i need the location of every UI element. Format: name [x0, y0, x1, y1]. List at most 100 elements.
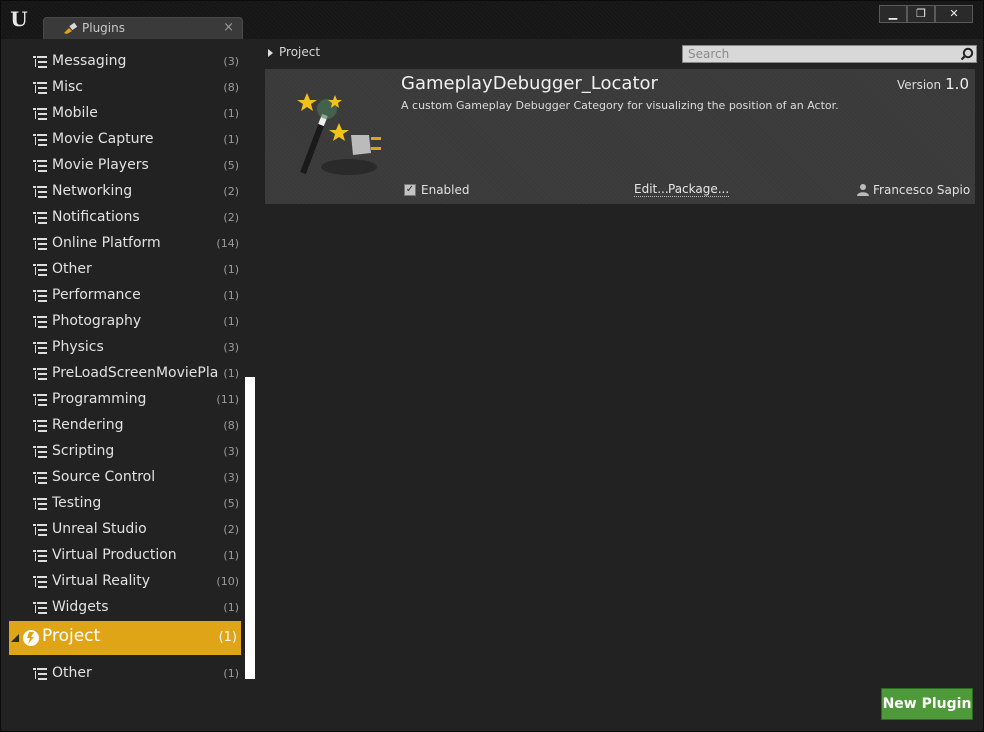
sidebar-item-count: (8) [223, 81, 239, 94]
sidebar-item-count: (1) [223, 367, 239, 380]
category-tree-icon [33, 524, 47, 536]
sidebar-item-label: Virtual Production [52, 547, 177, 563]
enabled-label: Enabled [421, 183, 470, 197]
sidebar-item-count: (1) [223, 549, 239, 562]
sidebar-item[interactable]: Misc (8) [9, 75, 243, 101]
category-tree-icon [33, 576, 47, 588]
sidebar-item-label: Messaging [52, 53, 127, 69]
sidebar-item[interactable]: Rendering (8) [9, 413, 243, 439]
category-tree-icon [33, 368, 47, 380]
sidebar-item[interactable]: Performance (1) [9, 283, 243, 309]
sidebar-item-label: PreLoadScreenMoviePla [52, 365, 219, 381]
category-tree-icon [33, 342, 47, 354]
sidebar-item-label: Movie Players [52, 157, 149, 173]
sidebar-item-count: (1) [223, 315, 239, 328]
collapse-arrow-icon[interactable] [11, 634, 19, 642]
category-tree-icon [33, 420, 47, 432]
sidebar-item-label: Scripting [52, 443, 115, 459]
sidebar-item-count: (5) [223, 497, 239, 510]
sidebar-item[interactable]: Online Platform (14) [9, 231, 243, 257]
sidebar-item[interactable]: Movie Players (5) [9, 153, 243, 179]
sidebar-item[interactable]: Programming (11) [9, 387, 243, 413]
sidebar-item-label: Movie Capture [52, 131, 154, 147]
breadcrumb-project[interactable]: Project [279, 45, 320, 59]
sidebar-item-count: (8) [223, 419, 239, 432]
search-icon[interactable] [960, 47, 974, 61]
category-tree-icon [33, 446, 47, 458]
sidebar-item[interactable]: Widgets (1) [9, 595, 243, 621]
category-tree-icon [33, 264, 47, 276]
sidebar-item[interactable]: Virtual Reality (10) [9, 569, 243, 595]
sidebar-item[interactable]: Unreal Studio (2) [9, 517, 243, 543]
sidebar-item[interactable]: Other (1) [9, 257, 243, 283]
sidebar-item-label: Notifications [52, 209, 140, 225]
category-tree-icon [33, 498, 47, 510]
sidebar-scrollbar[interactable] [245, 377, 255, 679]
sidebar-item[interactable]: Movie Capture (1) [9, 127, 243, 153]
sidebar-item-count: (1) [223, 289, 239, 302]
category-tree-icon [33, 550, 47, 562]
enabled-checkbox[interactable]: ✓ [404, 184, 416, 196]
sidebar-item-label: Unreal Studio [52, 521, 147, 537]
sidebar-item[interactable]: Messaging (3) [9, 49, 243, 75]
category-tree-icon [33, 108, 47, 120]
sidebar-item[interactable]: Scripting (3) [9, 439, 243, 465]
category-tree-icon [33, 160, 47, 172]
maximize-button[interactable]: ❐ [907, 5, 935, 23]
close-window-button[interactable]: ✕ [935, 5, 973, 23]
plugins-window: U Plugins × ▁ ❐ ✕ Messaging (3) Misc (8) Mob… [0, 0, 984, 732]
sidebar-item-label: Widgets [52, 599, 109, 615]
sidebar-item-label: Source Control [52, 469, 156, 485]
sidebar-item-count: (3) [223, 471, 239, 484]
new-plugin-button[interactable]: New Plugin [881, 688, 973, 720]
version-number: 1.0 [945, 75, 969, 93]
category-tree-icon [33, 134, 47, 146]
sidebar-item-label: Mobile [52, 105, 98, 121]
sidebar-item-count: (2) [223, 211, 239, 224]
sidebar-item-label: Networking [52, 183, 133, 199]
sidebar-item-count: (3) [223, 55, 239, 68]
category-tree-icon [33, 668, 47, 680]
sidebar-item-count: (11) [216, 393, 239, 406]
minimize-button[interactable]: ▁ [879, 5, 907, 23]
sidebar-item-label: Other [52, 665, 92, 681]
title-bar: U Plugins × ▁ ❐ ✕ [1, 1, 983, 39]
sidebar-item-label: Project [42, 626, 101, 646]
sidebar-item-count: (5) [223, 159, 239, 172]
category-tree-icon [33, 238, 47, 250]
project-plugin-icon [23, 630, 39, 646]
package-link[interactable]: Package... [668, 182, 730, 197]
sidebar-item[interactable]: Networking (2) [9, 179, 243, 205]
plugin-card[interactable]: GameplayDebugger_Locator A custom Gamepl… [265, 69, 975, 204]
sidebar-item[interactable]: Photography (1) [9, 309, 243, 335]
sidebar-item-label: Rendering [52, 417, 124, 433]
sidebar-item[interactable]: Source Control (3) [9, 465, 243, 491]
sidebar-item[interactable]: Notifications (2) [9, 205, 243, 231]
sidebar-item-label: Physics [52, 339, 104, 355]
plugin-description: A custom Gameplay Debugger Category for … [401, 99, 839, 112]
sidebar-item-count: (1) [223, 263, 239, 276]
sidebar-item-label: Photography [52, 313, 142, 329]
search-input[interactable]: Search [682, 45, 977, 63]
sidebar-item-label: Testing [52, 495, 102, 511]
sidebar-item-count: (1) [223, 107, 239, 120]
window-controls: ▁ ❐ ✕ [879, 5, 973, 23]
category-sidebar: Messaging (3) Misc (8) Mobile (1) Movie Captur… [9, 39, 255, 691]
edit-link[interactable]: Edit... [634, 182, 669, 197]
sidebar-item[interactable]: Other (1) [9, 661, 243, 687]
sidebar-item[interactable]: Testing (5) [9, 491, 243, 517]
sidebar-item-count: (1) [223, 601, 239, 614]
sidebar-item[interactable]: PreLoadScreenMoviePla (1) [9, 361, 243, 387]
sidebar-item[interactable]: Virtual Production (1) [9, 543, 243, 569]
sidebar-item-project[interactable]: Project (1) [9, 621, 241, 655]
tab-plugins[interactable]: Plugins × [43, 17, 243, 39]
sidebar-item-count: (10) [216, 575, 239, 588]
sidebar-item-count: (3) [223, 445, 239, 458]
sidebar-item[interactable]: Physics (3) [9, 335, 243, 361]
tab-close-icon[interactable]: × [223, 20, 234, 35]
sidebar-item-label: Virtual Reality [52, 573, 151, 589]
sidebar-item[interactable]: Mobile (1) [9, 101, 243, 127]
author-name: Francesco Sapio [873, 183, 971, 197]
person-icon [857, 184, 869, 196]
sidebar-item-count: (1) [218, 630, 237, 645]
